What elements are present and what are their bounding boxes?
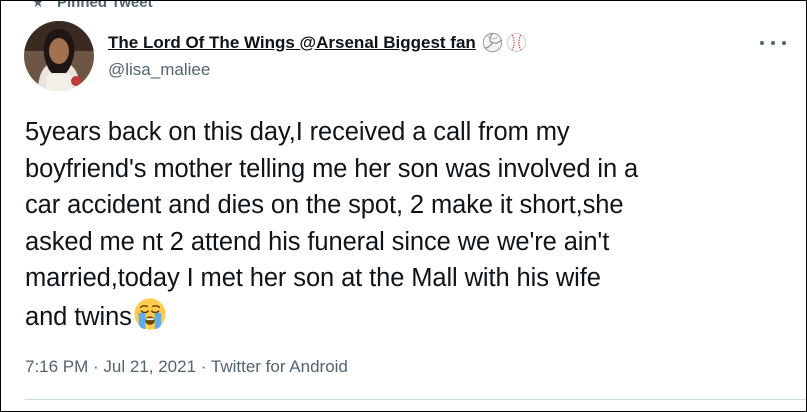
tweet-text-line: car accident and dies on the spot, 2 mak… bbox=[25, 191, 624, 219]
divider bbox=[25, 399, 806, 400]
tweet-text-line: 5years back on this day,I received a cal… bbox=[25, 118, 570, 146]
meta-separator: · bbox=[196, 357, 211, 376]
loudly-crying-face-emoji-icon bbox=[134, 297, 166, 330]
more-options-button[interactable] bbox=[760, 35, 786, 51]
author-handle[interactable]: @lisa_maliee bbox=[108, 60, 210, 80]
tweet-metadata: 7:16 PM · Jul 21, 2021 · Twitter for And… bbox=[25, 357, 348, 377]
avatar[interactable] bbox=[24, 21, 94, 91]
tweet-time[interactable]: 7:16 PM bbox=[25, 357, 88, 376]
author-name-row: The Lord Of The Wings @Arsenal Biggest f… bbox=[108, 32, 527, 53]
avatar-photo bbox=[24, 21, 94, 91]
more-options-icon-dot bbox=[782, 41, 786, 45]
tweet-text-line: asked me nt 2 attend his funeral since w… bbox=[25, 227, 610, 256]
pin-icon bbox=[33, 1, 43, 8]
tweet-text-last-line: and twins bbox=[25, 297, 795, 336]
more-options-icon-dot bbox=[771, 41, 775, 45]
more-options-icon bbox=[760, 41, 764, 45]
tweet-text-line: married,today I met her son at the Mall … bbox=[25, 264, 601, 292]
tweet-text-line: and twins bbox=[25, 302, 132, 331]
tweet-source[interactable]: Twitter for Android bbox=[211, 357, 348, 376]
tweet-text-line: boyfriend's mother telling me her son wa… bbox=[25, 154, 639, 183]
volleyball-emoji-icon bbox=[482, 32, 503, 53]
pinned-label: Pinned Tweet bbox=[57, 0, 153, 11]
meta-separator: · bbox=[88, 357, 104, 376]
pinned-tweet-indicator: Pinned Tweet bbox=[31, 0, 153, 13]
baseball-emoji-icon bbox=[506, 32, 526, 53]
author-display-name[interactable]: The Lord Of The Wings @Arsenal Biggest f… bbox=[108, 33, 476, 53]
tweet-card: Pinned Tweet The Lord Of The Wings @Arse… bbox=[0, 0, 807, 412]
tweet-text: 5years back on this day,I received a cal… bbox=[25, 114, 795, 335]
tweet-date[interactable]: Jul 21, 2021 bbox=[103, 357, 196, 376]
